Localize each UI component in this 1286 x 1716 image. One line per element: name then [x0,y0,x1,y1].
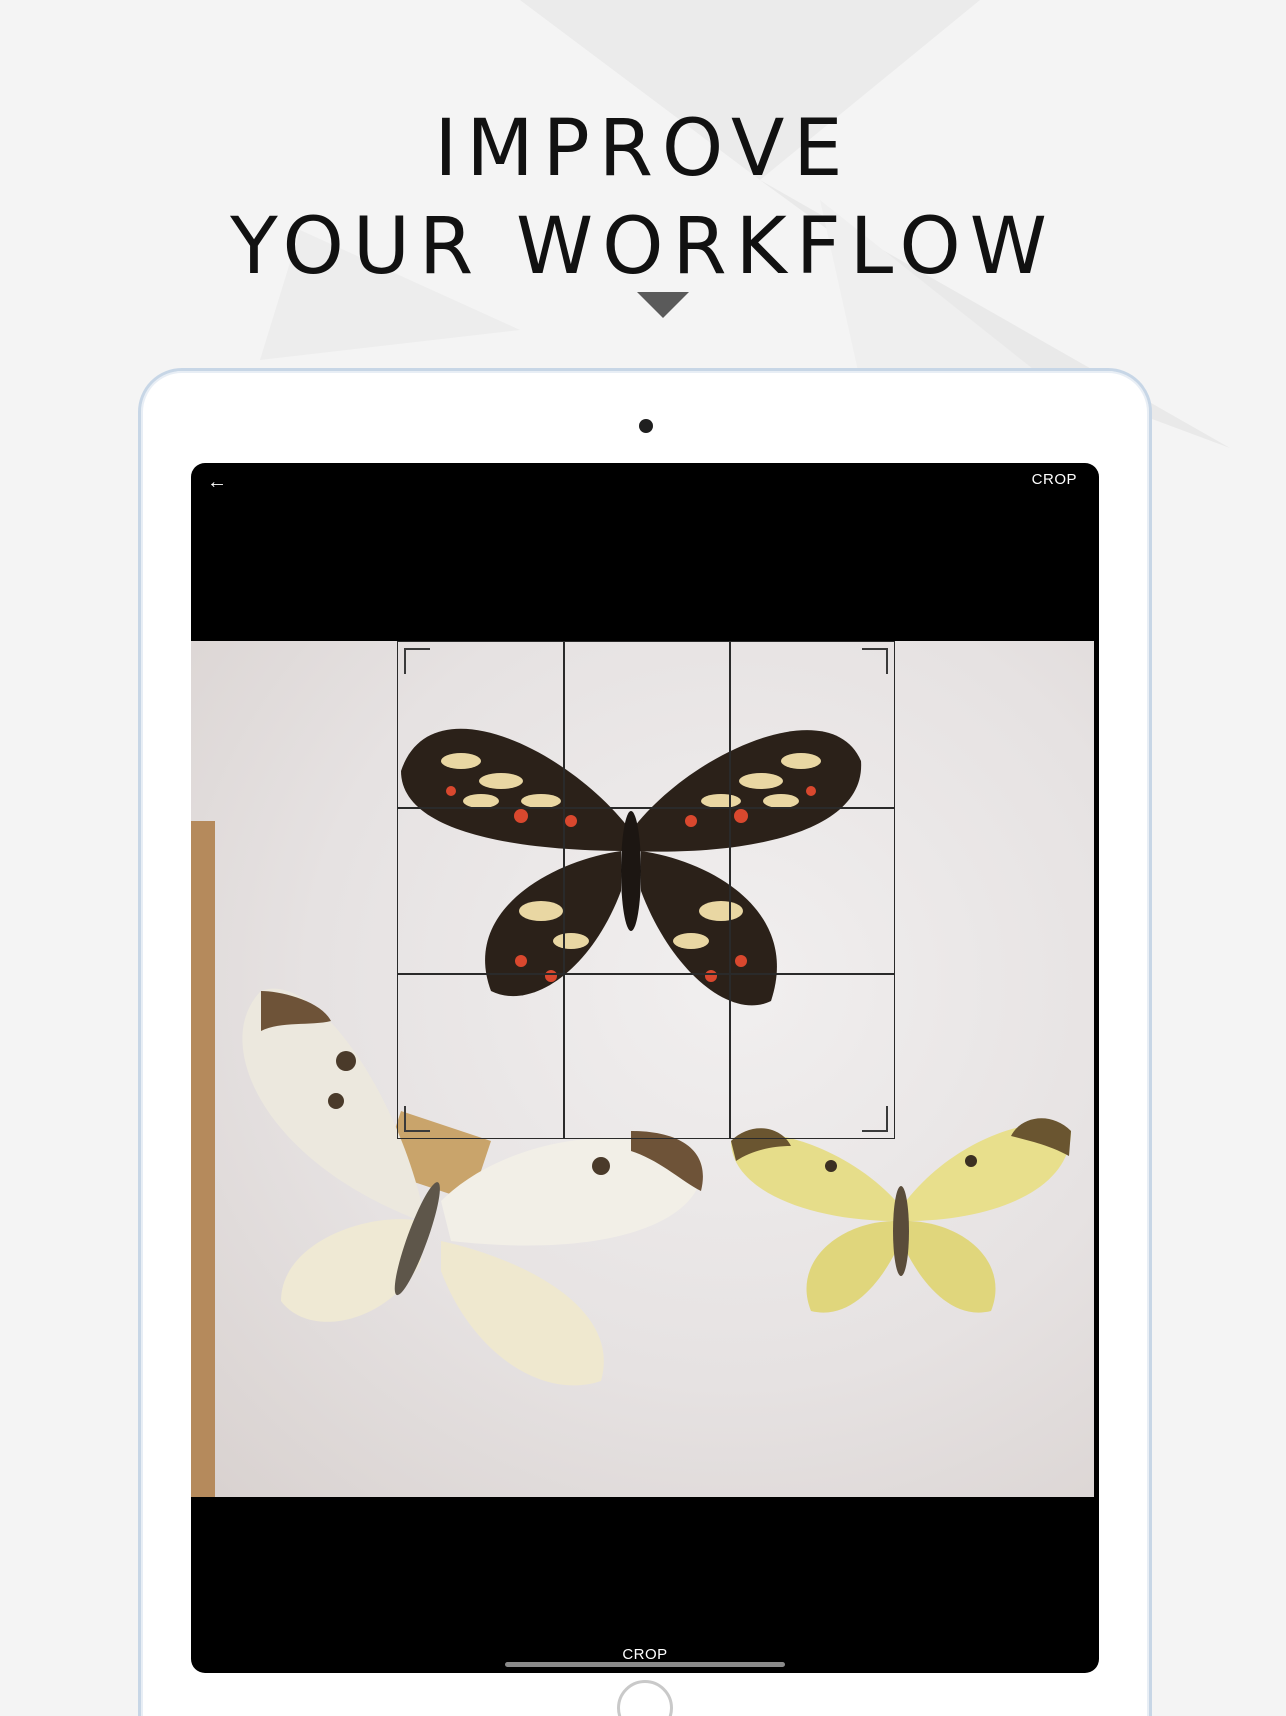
crop-handle-bottom-right[interactable] [862,1106,888,1132]
crop-button-bottom[interactable]: CROP [191,1646,1099,1663]
crop-handle-top-left[interactable] [404,648,430,674]
front-camera [639,419,653,433]
headline-line-2: YOUR WORKFLOW [230,202,1056,292]
headline: IMPROVE YOUR WORKFLOW [0,100,1286,296]
crop-box[interactable] [397,641,895,1139]
app-screen: ← CROP CROP [191,463,1099,1673]
crop-handle-bottom-left[interactable] [404,1106,430,1132]
triangle-down-icon [637,292,689,318]
grid-line-vertical-2 [729,642,731,1138]
photo-canvas[interactable] [191,641,1094,1497]
crop-handle-top-right[interactable] [862,648,888,674]
crop-button-top[interactable]: CROP [1032,471,1077,488]
promo-page: IMPROVE YOUR WORKFLOW ← CROP CROP [0,0,1286,1716]
back-button[interactable]: ← [207,467,237,497]
grid-line-horizontal-2 [398,973,894,975]
arrow-left-icon: ← [207,471,227,493]
grid-line-vertical-1 [563,642,565,1138]
home-indicator [505,1662,785,1667]
butterfly-yellow [731,1118,1071,1313]
grid-line-horizontal-1 [398,807,894,809]
headline-line-1: IMPROVE [434,104,852,194]
